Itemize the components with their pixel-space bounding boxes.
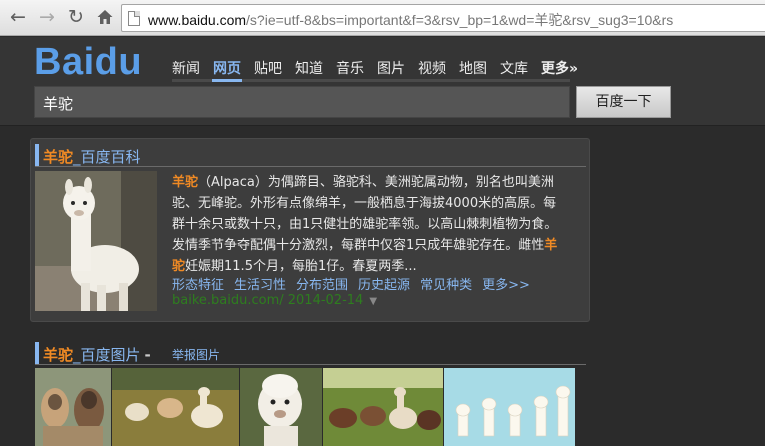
nav-news[interactable]: 新闻 bbox=[172, 58, 200, 78]
image-result-title[interactable]: 羊驼_百度图片 - bbox=[43, 344, 151, 365]
caret-down-icon[interactable]: ▼ bbox=[369, 296, 377, 307]
nav-map[interactable]: 地图 bbox=[459, 58, 487, 78]
link-habits[interactable]: 生活习性 bbox=[234, 274, 286, 293]
search-button[interactable]: 百度一下 bbox=[576, 86, 671, 118]
divider bbox=[35, 364, 586, 365]
thumbnail-image[interactable] bbox=[240, 368, 322, 446]
thumbnail-image[interactable] bbox=[323, 368, 443, 446]
report-image-link[interactable]: 举报图片 bbox=[172, 346, 220, 363]
nav-active-indicator bbox=[212, 79, 242, 82]
thumbnail-image[interactable] bbox=[35, 368, 111, 446]
back-arrow-icon[interactable]: ← bbox=[6, 4, 30, 30]
page-icon bbox=[128, 11, 140, 26]
forward-arrow-icon[interactable]: → bbox=[35, 4, 59, 30]
link-more[interactable]: 更多>> bbox=[482, 274, 530, 293]
nav-tieba[interactable]: 贴吧 bbox=[254, 58, 282, 78]
nav-zhidao[interactable]: 知道 bbox=[295, 58, 323, 78]
nav-tabs: 新闻 网页 贴吧 知道 音乐 图片 视频 地图 文库 更多» bbox=[172, 58, 591, 78]
baike-description: 羊驼（Alpaca）为偶蹄目、骆驼科、美洲驼属动物，别名也叫美洲驼、无峰驼。外形… bbox=[172, 175, 558, 274]
nav-images[interactable]: 图片 bbox=[377, 58, 405, 78]
search-header: Baidu 新闻 网页 贴吧 知道 音乐 图片 视频 地图 文库 更多» 羊驼 … bbox=[0, 37, 765, 126]
link-morphology[interactable]: 形态特征 bbox=[172, 274, 224, 293]
address-bar[interactable]: www.baidu.com/s?ie=utf-8&bs=important&f=… bbox=[121, 4, 765, 32]
browser-toolbar: ← → ↻ www.baidu.com/s?ie=utf-8&bs=import… bbox=[0, 0, 765, 36]
alpaca-photo[interactable] bbox=[35, 171, 157, 311]
link-history[interactable]: 历史起源 bbox=[358, 274, 410, 293]
search-input[interactable]: 羊驼 bbox=[34, 86, 570, 118]
thumbnail-image[interactable] bbox=[444, 368, 575, 446]
nav-wenku[interactable]: 文库 bbox=[500, 58, 528, 78]
baike-sublinks: 形态特征 生活习性 分布范围 历史起源 常见种类 更多>> bbox=[172, 274, 540, 293]
reload-icon[interactable]: ↻ bbox=[64, 4, 88, 30]
nav-more[interactable]: 更多» bbox=[541, 58, 578, 78]
title-accent-bar bbox=[35, 144, 39, 166]
thumbnail-image[interactable] bbox=[112, 368, 239, 446]
url-text: www.baidu.com/s?ie=utf-8&bs=important&f=… bbox=[148, 12, 674, 28]
divider bbox=[35, 166, 586, 167]
nav-video[interactable]: 视频 bbox=[418, 58, 446, 78]
nav-music[interactable]: 音乐 bbox=[336, 58, 364, 78]
image-thumbnails bbox=[35, 368, 575, 446]
link-species[interactable]: 常见种类 bbox=[420, 274, 472, 293]
baidu-logo[interactable]: Baidu bbox=[34, 41, 142, 84]
link-distribution[interactable]: 分布范围 bbox=[296, 274, 348, 293]
home-icon[interactable] bbox=[93, 4, 117, 30]
baike-url[interactable]: baike.baidu.com/ 2014-02-14 ▼ bbox=[172, 293, 377, 308]
nav-web[interactable]: 网页 bbox=[213, 58, 241, 78]
baike-result-title[interactable]: 羊驼_百度百科 bbox=[43, 146, 141, 167]
title-accent-bar bbox=[35, 342, 39, 364]
